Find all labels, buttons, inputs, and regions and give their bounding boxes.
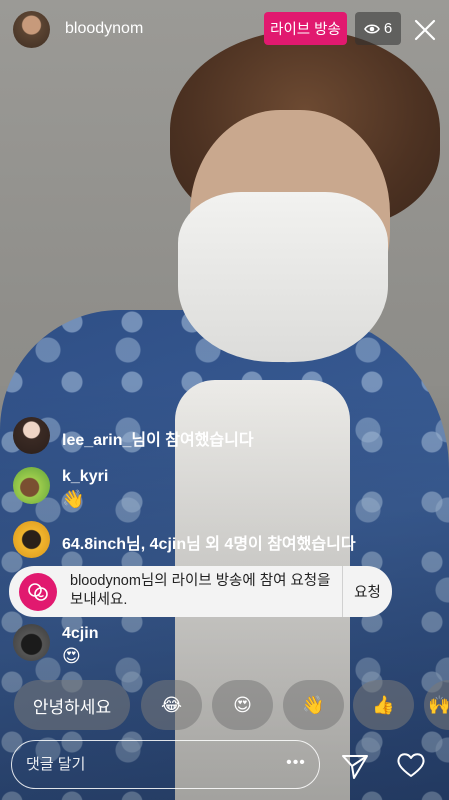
quick-reply-raised-hands[interactable]: 🙌 xyxy=(424,680,449,730)
live-header: bloodynom 라이브 방송 6 xyxy=(0,0,449,60)
join-request-text: bloodynom님의 라이브 방송에 참여 요청을 보내세요. xyxy=(70,573,331,608)
live-badge: 라이브 방송 xyxy=(264,12,347,45)
comment-k-kyri: k_kyri 👋 xyxy=(13,467,429,511)
avatar[interactable] xyxy=(13,417,50,454)
quick-reply-wave[interactable]: 👋 xyxy=(283,680,344,730)
host-avatar[interactable] xyxy=(13,11,50,48)
comment-username[interactable]: k_kyri xyxy=(62,468,108,486)
comment-4cjin: 4cjin 😍 xyxy=(13,624,429,668)
comment-username[interactable]: 4cjin xyxy=(62,625,98,643)
join-request-banner: bloodynom님의 라이브 방송에 참여 요청을 보내세요. 요청 xyxy=(9,566,392,617)
quick-reply-laugh[interactable]: 😂 xyxy=(141,680,202,730)
quick-reply-heart-eyes[interactable]: 😍 xyxy=(212,680,273,730)
quick-reply-greeting[interactable]: 안녕하세요 xyxy=(14,680,130,730)
comment-text: 64.8inch님, 4cjin님 외 4명이 참여했습니다 xyxy=(62,536,356,553)
viewer-count-badge[interactable]: 6 xyxy=(355,12,401,45)
comment-input[interactable] xyxy=(26,741,276,787)
comment-text: 👋 xyxy=(62,489,85,509)
avatar[interactable] xyxy=(13,521,50,558)
comment-text: 😍 xyxy=(62,646,81,666)
request-button[interactable]: 요청 xyxy=(343,566,392,617)
faces-icon xyxy=(28,583,48,601)
comment-join-lee-arin: lee_arin_님이 참여했습니다 xyxy=(13,417,429,455)
comment-box: ••• xyxy=(11,740,320,789)
avatar[interactable] xyxy=(13,467,50,504)
video-mask-shape xyxy=(178,192,388,362)
quick-reply-thumbs-up[interactable]: 👍 xyxy=(353,680,414,730)
viewer-count: 6 xyxy=(383,20,393,37)
avatar[interactable] xyxy=(13,624,50,661)
quick-reply-row: 안녕하세요 😂 😍 👋 👍 🙌 xyxy=(0,680,449,730)
heart-icon[interactable] xyxy=(396,751,426,779)
send-icon[interactable] xyxy=(340,751,370,781)
comment-text: lee_arin_님이 참여했습니다 xyxy=(62,432,254,449)
close-icon[interactable] xyxy=(412,17,438,43)
eye-icon xyxy=(363,23,380,34)
join-request-icon xyxy=(19,573,57,611)
comment-join-group: 64.8inch님, 4cjin님 외 4명이 참여했습니다 xyxy=(13,521,429,559)
host-username[interactable]: bloodynom xyxy=(65,20,143,38)
more-options-icon[interactable]: ••• xyxy=(284,753,308,777)
